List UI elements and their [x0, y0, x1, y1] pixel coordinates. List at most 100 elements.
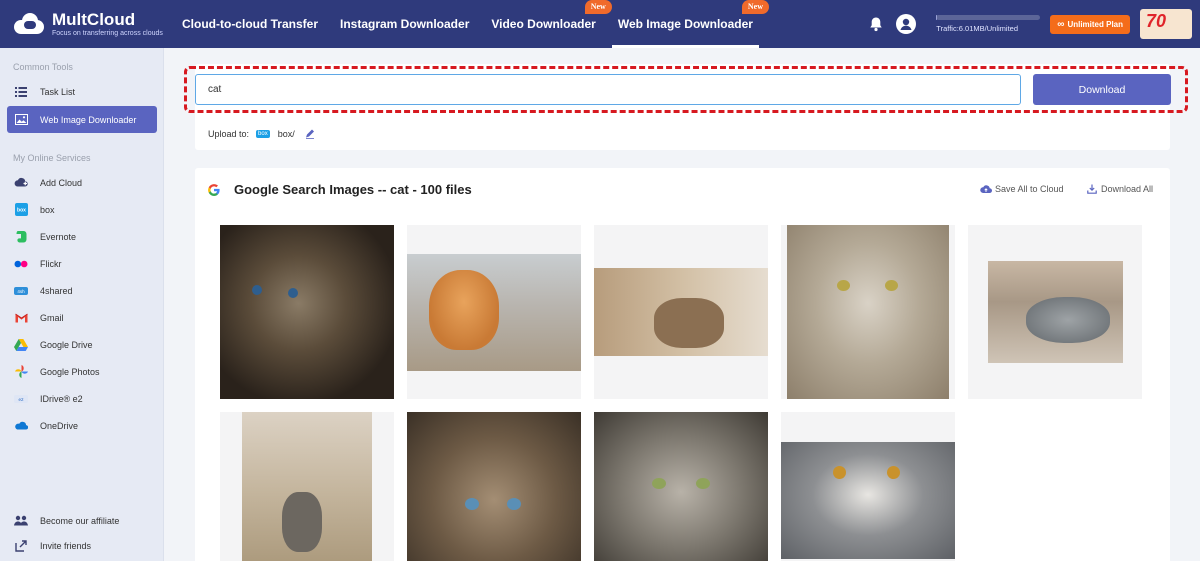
edit-icon[interactable] [305, 129, 315, 139]
sidebar-item-label: Web Image Downloader [40, 114, 137, 125]
new-badge: New [741, 0, 769, 14]
4shared-icon: 4sh [14, 284, 28, 298]
logo[interactable]: MultCloud Focus on transferring across c… [0, 9, 170, 38]
upload-label: Upload to: [208, 129, 250, 139]
add-cloud-icon [14, 176, 28, 190]
sidebar-item-label: Become our affiliate [40, 515, 120, 526]
results-header: Google Search Images -- cat - 100 files [208, 182, 472, 197]
upload-path: box/ [277, 129, 295, 139]
cat-photo [787, 225, 949, 399]
nav-label: Web Image Downloader [617, 17, 753, 31]
new-badge: New [584, 0, 612, 14]
download-all-button[interactable]: Download All [1087, 184, 1153, 194]
cat-photo [220, 225, 394, 399]
cat-photo [242, 412, 372, 561]
results-title: Google Search Images -- cat - 100 files [234, 182, 472, 197]
main-nav: Cloud-to-cloud Transfer Instagram Downlo… [176, 0, 769, 48]
highlight-outline [184, 66, 1188, 113]
idrive-icon: e2 [14, 392, 28, 406]
sidebar-item-gmail[interactable]: Gmail [0, 304, 164, 331]
image-thumbnail[interactable] [968, 225, 1142, 399]
nav-video-downloader[interactable]: Video Downloader New [485, 0, 612, 48]
cat-photo [781, 442, 955, 559]
sidebar-item-label: IDrive® e2 [40, 393, 83, 404]
sidebar-item-task-list[interactable]: Task List [0, 78, 164, 105]
sidebar-item-label: Flickr [40, 258, 62, 269]
logo-tagline: Focus on transferring across clouds [52, 29, 163, 37]
traffic-text: Traffic:6.01MB/Unlimited [936, 24, 1018, 33]
sidebar-item-label: Task List [40, 86, 76, 97]
nav-instagram-downloader[interactable]: Instagram Downloader [334, 0, 475, 48]
traffic-meter: Traffic:6.01MB/Unlimited [936, 15, 1041, 33]
download-all-label: Download All [1101, 184, 1154, 194]
sidebar-item-flickr[interactable]: Flickr [0, 250, 164, 277]
svg-text:box: box [17, 208, 26, 214]
sidebar-item-google-drive[interactable]: Google Drive [0, 331, 164, 358]
svg-text:4sh: 4sh [17, 289, 25, 294]
sidebar-item-4shared[interactable]: 4sh 4shared [0, 277, 164, 304]
sidebar-item-box[interactable]: box box [0, 196, 164, 223]
nav-web-image-downloader[interactable]: Web Image Downloader New [611, 0, 769, 48]
image-thumbnail[interactable] [594, 225, 768, 399]
sidebar-item-label: 4shared [40, 285, 73, 296]
box-icon: box [256, 130, 270, 138]
cat-photo [407, 254, 581, 371]
promo-text: 70 [1146, 11, 1167, 31]
image-thumbnail[interactable] [781, 412, 955, 561]
plan-label: Unlimited Plan [1067, 19, 1123, 29]
cat-photo [594, 412, 768, 561]
flickr-icon [14, 257, 28, 271]
google-photos-icon [14, 365, 28, 379]
nav-label: Video Downloader [491, 17, 596, 31]
onedrive-icon [14, 419, 28, 433]
online-services-title: My Online Services [13, 153, 91, 163]
image-thumbnail[interactable] [407, 412, 581, 561]
cat-photo [988, 261, 1123, 363]
sidebar-item-label: OneDrive [40, 420, 79, 431]
common-tools-title: Common Tools [13, 62, 73, 72]
sidebar-item-label: Evernote [40, 231, 77, 242]
svg-text:e2: e2 [18, 397, 24, 402]
image-icon [14, 113, 28, 127]
box-icon: box [14, 203, 28, 217]
evernote-icon [14, 230, 28, 244]
google-drive-icon [14, 338, 28, 352]
sidebar-item-idrive[interactable]: e2 IDrive® e2 [0, 385, 164, 412]
sidebar-item-label: Google Photos [40, 366, 100, 377]
image-thumbnail[interactable] [220, 412, 394, 561]
nav-label: Cloud-to-cloud Transfer [182, 17, 318, 31]
image-thumbnail[interactable] [594, 412, 768, 561]
upload-destination: Upload to: box box/ [208, 129, 315, 139]
cat-photo [407, 412, 581, 561]
sidebar-item-label: Gmail [40, 312, 64, 323]
gmail-icon [14, 311, 28, 325]
sidebar-item-google-photos[interactable]: Google Photos [0, 358, 164, 385]
image-thumbnail[interactable] [407, 225, 581, 399]
sidebar-item-label: box [40, 204, 55, 215]
cloud-logo-icon [12, 12, 46, 36]
sidebar-item-invite-friends[interactable]: Invite friends [0, 532, 164, 559]
sidebar-item-onedrive[interactable]: OneDrive [0, 412, 164, 439]
nav-cloud-to-cloud-transfer[interactable]: Cloud-to-cloud Transfer [176, 0, 324, 48]
save-all-to-cloud-button[interactable]: Save All to Cloud [980, 184, 1064, 194]
cat-photo [594, 268, 768, 356]
logo-name: MultCloud [52, 9, 136, 29]
sidebar-item-evernote[interactable]: Evernote [0, 223, 164, 250]
google-icon [208, 183, 220, 196]
sidebar-item-label: Invite friends [40, 540, 92, 551]
sidebar-item-become-affiliate[interactable]: Become our affiliate [0, 507, 164, 534]
top-header: MultCloud Focus on transferring across c… [0, 0, 1200, 48]
affiliate-icon [14, 514, 28, 528]
infinity-icon: ∞ [1057, 18, 1065, 30]
promo-banner[interactable]: 70 [1140, 9, 1192, 39]
save-all-label: Save All to Cloud [995, 184, 1064, 194]
sidebar-item-add-cloud[interactable]: Add Cloud [0, 169, 164, 196]
unlimited-plan-button[interactable]: ∞ Unlimited Plan [1050, 14, 1130, 34]
image-thumbnail[interactable] [781, 225, 955, 399]
download-icon [1087, 184, 1097, 194]
bell-icon[interactable] [868, 16, 884, 32]
sidebar-item-label: Add Cloud [40, 177, 83, 188]
sidebar-item-web-image-downloader[interactable]: Web Image Downloader [7, 106, 157, 133]
image-thumbnail[interactable] [220, 225, 394, 399]
user-avatar-icon[interactable] [896, 14, 917, 34]
